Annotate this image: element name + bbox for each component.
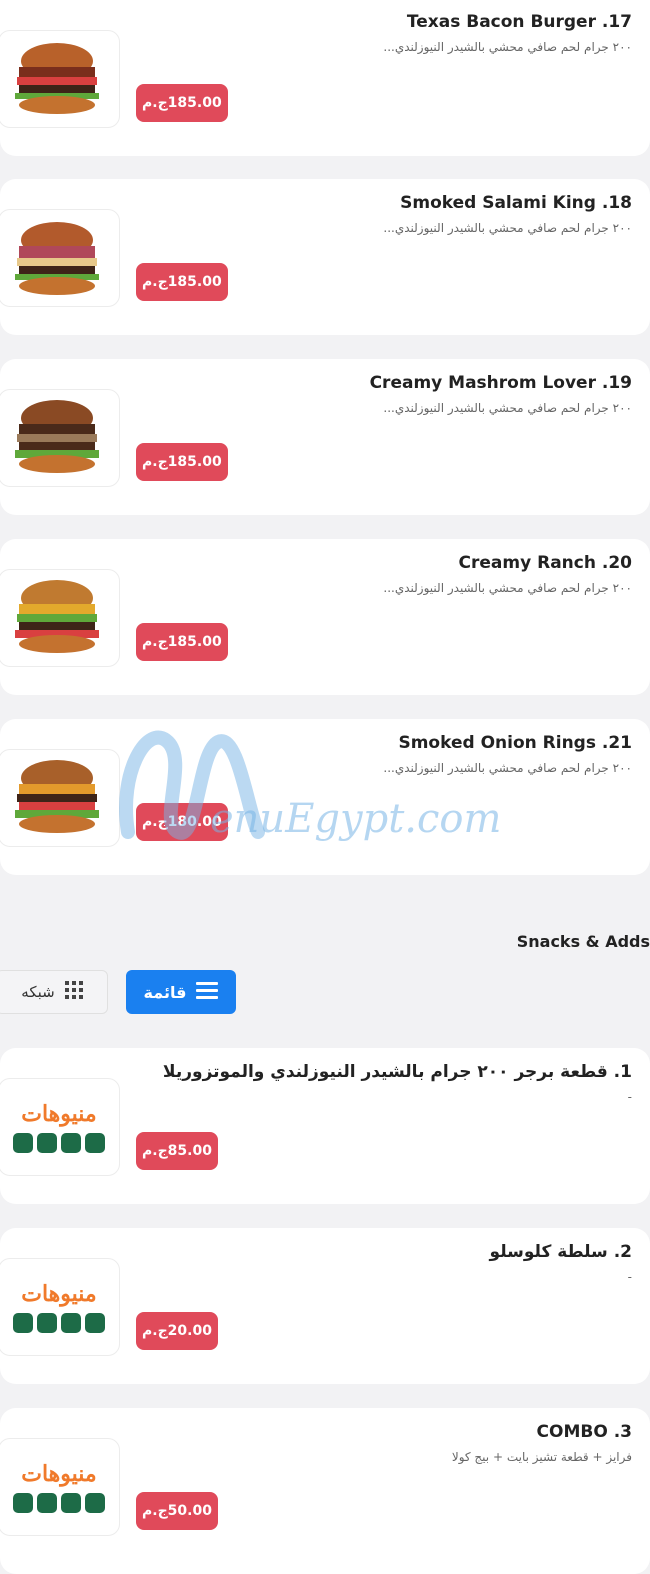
burger-image[interactable] bbox=[0, 749, 120, 847]
item-title: Creamy Ranch .20 bbox=[458, 553, 632, 573]
menu-item-card[interactable]: COMBO .3 فرايز + قطعة تشيز بايت + بيج كو… bbox=[0, 1408, 650, 1574]
list-view-button[interactable]: قائمة bbox=[126, 970, 236, 1014]
burger-image[interactable] bbox=[0, 389, 120, 487]
burger-image[interactable] bbox=[0, 569, 120, 667]
item-description: - bbox=[627, 1090, 632, 1104]
burger-image[interactable] bbox=[0, 209, 120, 307]
price-badge[interactable]: 180.00ج.م bbox=[136, 803, 228, 841]
item-image-placeholder[interactable]: منيوهات bbox=[0, 1258, 120, 1356]
brand-logo: منيوهات bbox=[0, 1079, 119, 1175]
grid-view-label: شبكه bbox=[21, 983, 55, 1001]
menu-item-card[interactable]: Texas Bacon Burger .17 ٢٠٠ جرام لحم صافي… bbox=[0, 0, 650, 156]
burger-image[interactable] bbox=[0, 30, 120, 128]
item-title: Smoked Onion Rings .21 bbox=[398, 733, 632, 753]
grid-icon bbox=[64, 981, 83, 1003]
item-description: ٢٠٠ جرام لحم صافي محشي بالشيدر النيوزلند… bbox=[383, 40, 632, 54]
section-title: Snacks & Adds bbox=[516, 932, 650, 951]
menu-item-card[interactable]: 1. قطعة برجر ٢٠٠ جرام بالشيدر النيوزلندي… bbox=[0, 1048, 650, 1204]
item-description: ٢٠٠ جرام لحم صافي محشي بالشيدر النيوزلند… bbox=[383, 761, 632, 775]
logo-text: منيوهات bbox=[21, 1281, 97, 1307]
item-image-placeholder[interactable]: منيوهات bbox=[0, 1438, 120, 1536]
item-description: فرايز + قطعة تشيز بايت + بيج كولا bbox=[451, 1450, 632, 1464]
item-description: ٢٠٠ جرام لحم صافي محشي بالشيدر النيوزلند… bbox=[383, 581, 632, 595]
list-icon bbox=[196, 981, 219, 1003]
item-image-placeholder[interactable]: منيوهات bbox=[0, 1078, 120, 1176]
item-title: Smoked Salami King .18 bbox=[400, 193, 632, 213]
price-badge[interactable]: 50.00ج.م bbox=[136, 1492, 218, 1530]
item-title: 1. قطعة برجر ٢٠٠ جرام بالشيدر النيوزلندي… bbox=[162, 1062, 632, 1082]
item-description: ٢٠٠ جرام لحم صافي محشي بالشيدر النيوزلند… bbox=[383, 401, 632, 415]
item-title: COMBO .3 bbox=[536, 1422, 632, 1442]
price-badge[interactable]: 85.00ج.م bbox=[136, 1132, 218, 1170]
list-view-label: قائمة bbox=[143, 982, 187, 1002]
logo-text: منيوهات bbox=[21, 1101, 97, 1127]
grid-view-button[interactable]: شبكه bbox=[0, 970, 108, 1014]
item-title: 2. سلطة كلوسلو bbox=[489, 1242, 632, 1262]
price-badge[interactable]: 185.00ج.م bbox=[136, 84, 228, 122]
item-description: - bbox=[627, 1270, 632, 1284]
price-badge[interactable]: 185.00ج.م bbox=[136, 623, 228, 661]
item-title: Creamy Mashrom Lover .19 bbox=[369, 373, 632, 393]
menu-item-card[interactable]: Smoked Salami King .18 ٢٠٠ جرام لحم صافي… bbox=[0, 179, 650, 335]
price-badge[interactable]: 185.00ج.م bbox=[136, 263, 228, 301]
item-title: Texas Bacon Burger .17 bbox=[406, 12, 632, 32]
price-badge[interactable]: 20.00ج.م bbox=[136, 1312, 218, 1350]
item-description: ٢٠٠ جرام لحم صافي محشي بالشيدر النيوزلند… bbox=[383, 221, 632, 235]
menu-item-card[interactable]: Creamy Mashrom Lover .19 ٢٠٠ جرام لحم صا… bbox=[0, 359, 650, 515]
menu-item-card[interactable]: Creamy Ranch .20 ٢٠٠ جرام لحم صافي محشي … bbox=[0, 539, 650, 695]
price-badge[interactable]: 185.00ج.م bbox=[136, 443, 228, 481]
logo-text: منيوهات bbox=[21, 1461, 97, 1487]
brand-logo: منيوهات bbox=[0, 1259, 119, 1355]
brand-logo: منيوهات bbox=[0, 1439, 119, 1535]
menu-item-card[interactable]: 2. سلطة كلوسلو - منيوهات 20.00ج.م bbox=[0, 1228, 650, 1384]
menu-item-card[interactable]: Smoked Onion Rings .21 ٢٠٠ جرام لحم صافي… bbox=[0, 719, 650, 875]
